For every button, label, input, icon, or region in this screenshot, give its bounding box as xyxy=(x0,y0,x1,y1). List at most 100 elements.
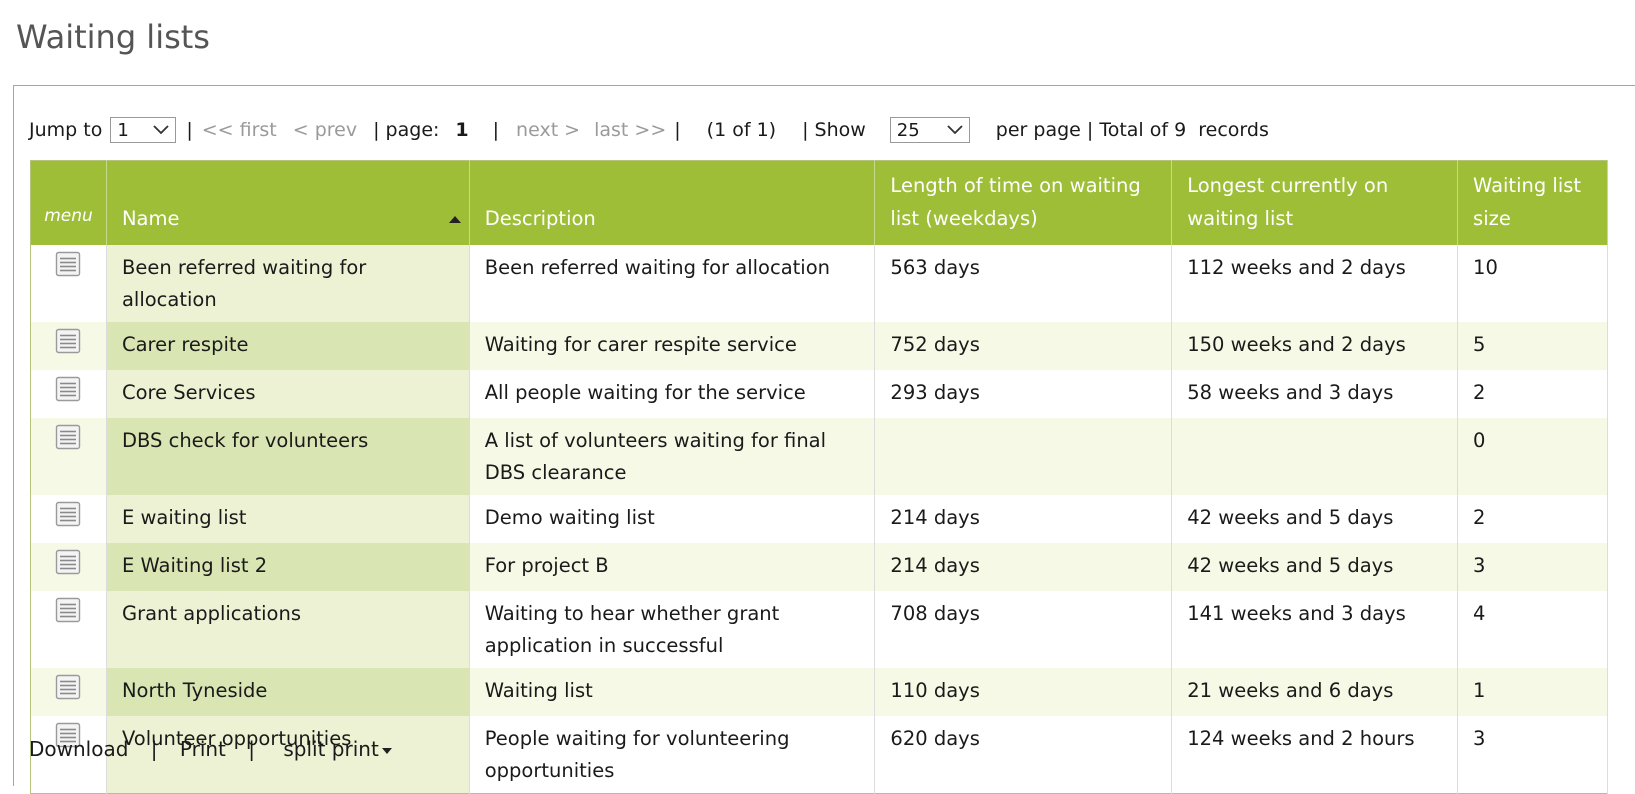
footer-separator: | xyxy=(248,737,256,761)
waiting-list-name[interactable]: North Tyneside xyxy=(106,668,470,716)
waiting-list-longest: 141 weeks and 3 days xyxy=(1171,591,1459,668)
waiting-list-description: Waiting for carer respite service xyxy=(469,322,876,370)
column-header-description[interactable]: Description xyxy=(469,160,876,245)
waiting-list-size: 0 xyxy=(1457,418,1608,495)
column-header-menu: menu xyxy=(30,160,107,245)
chevron-down-icon xyxy=(153,125,169,135)
waiting-list-description: A list of volunteers waiting for final D… xyxy=(469,418,876,495)
list-menu-icon[interactable] xyxy=(55,376,81,402)
list-menu-icon[interactable] xyxy=(55,328,81,354)
table-row[interactable]: E Waiting list 2 For project B 214 days … xyxy=(30,543,1608,591)
table-row[interactable]: Core Services All people waiting for the… xyxy=(30,370,1608,418)
next-page-link[interactable]: next > xyxy=(516,119,580,141)
waiting-list-name[interactable]: E waiting list xyxy=(106,495,470,543)
waiting-list-description: Waiting to hear whether grant applicatio… xyxy=(469,591,876,668)
waiting-list-longest: 124 weeks and 2 hours xyxy=(1171,716,1459,794)
waiting-list-name[interactable]: Core Services xyxy=(106,370,470,418)
jump-to-label: Jump to xyxy=(29,119,103,141)
waiting-list-size: 2 xyxy=(1457,495,1608,543)
waiting-list-size: 3 xyxy=(1457,716,1608,794)
waiting-list-size: 4 xyxy=(1457,591,1608,668)
last-page-link[interactable]: last >> xyxy=(594,119,666,141)
pager-separator: | xyxy=(186,119,193,141)
jump-to-value: 1 xyxy=(117,119,129,141)
waiting-list-size: 3 xyxy=(1457,543,1608,591)
row-menu-cell[interactable] xyxy=(30,495,107,543)
row-menu-cell[interactable] xyxy=(30,245,107,322)
row-menu-cell[interactable] xyxy=(30,668,107,716)
waiting-list-longest: 112 weeks and 2 days xyxy=(1171,245,1459,322)
waiting-list-length: 214 days xyxy=(874,495,1173,543)
table-row[interactable]: Grant applications Waiting to hear wheth… xyxy=(30,591,1608,668)
column-header-size[interactable]: Waiting list size xyxy=(1457,160,1608,245)
waiting-list-name[interactable]: E Waiting list 2 xyxy=(106,543,470,591)
page-label: | page: xyxy=(373,119,440,141)
waiting-list-description: Demo waiting list xyxy=(469,495,876,543)
row-menu-cell[interactable] xyxy=(30,370,107,418)
waiting-list-length: 752 days xyxy=(874,322,1173,370)
download-link[interactable]: Download xyxy=(29,737,128,761)
list-menu-icon[interactable] xyxy=(55,674,81,700)
waiting-list-description: All people waiting for the service xyxy=(469,370,876,418)
show-label: | Show xyxy=(802,119,866,141)
table-row[interactable]: E waiting list Demo waiting list 214 day… xyxy=(30,495,1608,543)
chevron-down-icon xyxy=(947,125,963,135)
column-header-longest-line2: waiting list xyxy=(1187,207,1294,230)
table-footer-actions: Download | Print | split print xyxy=(29,737,392,761)
waiting-list-description: Been referred waiting for allocation xyxy=(469,245,876,322)
waiting-list-name[interactable]: Been referred waiting for allocation xyxy=(106,245,470,322)
first-page-link[interactable]: << first xyxy=(202,119,277,141)
pagination-bar: Jump to 1 | << first < prev | page: 1 | … xyxy=(29,114,1269,146)
waiting-list-name[interactable]: Grant applications xyxy=(106,591,470,668)
waiting-list-longest xyxy=(1171,418,1459,495)
waiting-list-longest: 42 weeks and 5 days xyxy=(1171,495,1459,543)
column-header-length-line1: Length of time on waiting xyxy=(890,174,1141,197)
pager-separator: | xyxy=(674,119,681,141)
waiting-list-name[interactable]: Carer respite xyxy=(106,322,470,370)
column-header-name[interactable]: Name xyxy=(106,160,470,245)
table-row[interactable]: Carer respite Waiting for carer respite … xyxy=(30,322,1608,370)
row-menu-cell[interactable] xyxy=(30,591,107,668)
column-header-size-line1: Waiting list xyxy=(1473,174,1582,197)
waiting-list-longest: 42 weeks and 5 days xyxy=(1171,543,1459,591)
print-link[interactable]: Print xyxy=(180,737,226,761)
split-print-dropdown[interactable]: split print xyxy=(283,737,392,761)
waiting-list-longest: 58 weeks and 3 days xyxy=(1171,370,1459,418)
row-menu-cell[interactable] xyxy=(30,322,107,370)
list-menu-icon[interactable] xyxy=(55,424,81,450)
waiting-list-size: 10 xyxy=(1457,245,1608,322)
list-menu-icon[interactable] xyxy=(55,251,81,277)
row-menu-cell[interactable] xyxy=(30,543,107,591)
sort-ascending-icon xyxy=(448,216,461,223)
waiting-list-size: 1 xyxy=(1457,668,1608,716)
footer-separator: | xyxy=(150,737,158,761)
row-menu-cell[interactable] xyxy=(30,418,107,495)
waiting-list-length: 214 days xyxy=(874,543,1173,591)
waiting-list-length xyxy=(874,418,1173,495)
waiting-list-description: Waiting list xyxy=(469,668,876,716)
table-row[interactable]: DBS check for volunteers A list of volun… xyxy=(30,418,1608,495)
page-title: Waiting lists xyxy=(16,18,210,56)
waiting-list-length: 110 days xyxy=(874,668,1173,716)
table-body: Been referred waiting for allocation Bee… xyxy=(30,245,1608,794)
waiting-list-length: 563 days xyxy=(874,245,1173,322)
list-menu-icon[interactable] xyxy=(55,501,81,527)
list-menu-icon[interactable] xyxy=(55,597,81,623)
column-header-name-label: Name xyxy=(121,207,180,230)
column-header-length[interactable]: Length of time on waiting list (weekdays… xyxy=(874,160,1173,245)
column-header-longest-line1: Longest currently on xyxy=(1187,174,1389,197)
waiting-list-longest: 150 weeks and 2 days xyxy=(1171,322,1459,370)
current-page-number: 1 xyxy=(455,119,469,141)
column-header-size-line2: size xyxy=(1473,207,1511,230)
table-row[interactable]: North Tyneside Waiting list 110 days 21 … xyxy=(30,668,1608,716)
page-range: (1 of 1) xyxy=(706,119,777,141)
waiting-list-description: For project B xyxy=(469,543,876,591)
prev-page-link[interactable]: < prev xyxy=(293,119,357,141)
per-page-select[interactable]: 25 xyxy=(889,117,970,143)
list-menu-icon[interactable] xyxy=(55,549,81,575)
column-header-longest[interactable]: Longest currently on waiting list xyxy=(1171,160,1459,245)
table-row[interactable]: Been referred waiting for allocation Bee… xyxy=(30,245,1608,322)
jump-to-select[interactable]: 1 xyxy=(110,117,177,143)
waiting-list-name[interactable]: DBS check for volunteers xyxy=(106,418,470,495)
waiting-lists-table: menu Name Description Length of time on … xyxy=(30,160,1608,794)
